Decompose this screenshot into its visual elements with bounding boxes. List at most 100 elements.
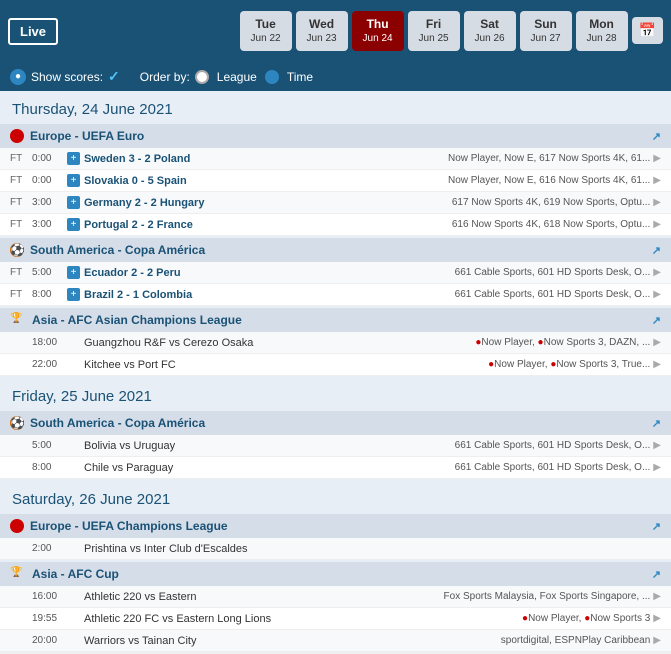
match-status: FT [10,267,32,278]
plus-icon[interactable]: + [67,218,80,231]
time-radio-label: Time [287,70,313,84]
match-status: FT [10,197,32,208]
match-name[interactable]: Kitchee vs Port FC [84,359,488,371]
ext-link-icon[interactable]: ↗ [652,520,661,533]
match-channels: Now Player, Now E, 617 Now Sports 4K, 61… [448,153,650,164]
day-tab-mon[interactable]: MonJun 28 [576,11,628,52]
match-time: 8:00 [32,462,67,473]
day-tab-wed[interactable]: WedJun 23 [296,11,348,52]
match-time: 22:00 [32,359,67,370]
match-status: FT [10,219,32,230]
top-bar: Live TueJun 22WedJun 23ThuJun 24FriJun 2… [0,0,671,62]
ext-link-icon[interactable]: ↗ [652,314,661,327]
league-name: Europe - UEFA Euro [30,129,144,143]
league-name: South America - Copa América [30,243,205,257]
day-tab-fri[interactable]: FriJun 25 [408,11,460,52]
league-header[interactable]: Europe - UEFA Champions League↗ [0,514,671,538]
league-section: Europe - UEFA Champions League↗ 2:00 Prish… [0,514,671,560]
plus-icon[interactable]: + [67,288,80,301]
league-radio-label: League [217,70,257,84]
match-name[interactable]: Athletic 220 vs Eastern [84,591,444,603]
match-channels: 661 Cable Sports, 601 HD Sports Desk, O.… [455,267,651,278]
league-name: Asia - AFC Cup [32,567,119,581]
order-by-filter: Order by: League Time [140,70,313,84]
match-name[interactable]: Guangzhou R&F vs Cerezo Osaka [84,337,475,349]
arrow-right-icon: ▶ [653,267,661,278]
day-tab-sat[interactable]: SatJun 26 [464,11,516,52]
channel-dot: ● [584,613,590,624]
arrow-right-icon: ▶ [653,591,661,602]
arrow-right-icon: ▶ [653,359,661,370]
ext-link-icon[interactable]: ↗ [652,417,661,430]
match-name[interactable]: Ecuador 2 - 2 Peru [84,267,455,279]
ext-link-icon[interactable]: ↗ [652,130,661,143]
match-time: 3:00 [32,219,67,230]
league-icon: 🏆 [10,567,26,581]
arrow-right-icon: ▶ [653,440,661,451]
day-tab-thu[interactable]: ThuJun 24 [352,11,404,52]
league-section: ⚽South America - Copa América↗FT5:00+Ecu… [0,238,671,306]
match-row: 5:00Bolivia vs Uruguay661 Cable Sports, … [0,435,671,457]
arrow-right-icon: ▶ [653,337,661,348]
match-channels: 661 Cable Sports, 601 HD Sports Desk, O.… [455,462,651,473]
match-channels: 661 Cable Sports, 601 HD Sports Desk, O.… [455,289,651,300]
match-name[interactable]: Germany 2 - 2 Hungary [84,197,452,209]
league-icon [10,129,24,143]
match-name[interactable]: Portugal 2 - 2 France [84,219,452,231]
arrow-right-icon: ▶ [653,613,661,624]
match-row: FT8:00+Brazil 2 - 1 Colombia661 Cable Sp… [0,284,671,306]
match-time: 2:00 [32,543,67,554]
live-badge: Live [8,18,58,45]
league-icon: ⚽ [10,243,24,257]
match-name[interactable]: Slovakia 0 - 5 Spain [84,175,448,187]
match-channels: Now Player, Now E, 616 Now Sports 4K, 61… [448,175,650,186]
league-header[interactable]: ⚽South America - Copa América↗ [0,411,671,435]
match-time: 16:00 [32,591,67,602]
time-radio[interactable] [265,70,279,84]
match-name[interactable]: Bolivia vs Uruguay [84,440,455,452]
league-header[interactable]: Europe - UEFA Euro ↗ [0,124,671,148]
match-name[interactable]: Chile vs Paraguay [84,462,455,474]
league-icon: 🏆 [10,313,26,327]
match-name[interactable]: Brazil 2 - 1 Colombia [84,289,455,301]
match-name[interactable]: Sweden 3 - 2 Poland [84,153,448,165]
match-row: FT3:00+Portugal 2 - 2 France616 Now Spor… [0,214,671,236]
match-time: 0:00 [32,175,67,186]
check-mark: ✓ [108,68,120,85]
match-name[interactable]: Athletic 220 FC vs Eastern Long Lions [84,613,522,625]
match-row: 20:00Warriors vs Tainan Citysportdigital… [0,630,671,652]
plus-icon[interactable]: + [67,174,80,187]
league-header[interactable]: 🏆 Asia - AFC Cup ↗ [0,562,671,586]
match-name[interactable]: Warriors vs Tainan City [84,635,501,647]
league-header[interactable]: 🏆Asia - AFC Asian Champions League↗ [0,308,671,332]
plus-icon[interactable]: + [67,266,80,279]
plus-icon[interactable]: + [67,152,80,165]
match-row: FT0:00+Sweden 3 - 2 PolandNow Player, No… [0,148,671,170]
league-section: 🏆 Asia - AFC Cup ↗ 16:00 Athletic 220 vs Eas… [0,562,671,652]
match-row: FT3:00+Germany 2 - 2 Hungary617 Now Spor… [0,192,671,214]
ext-link-icon[interactable]: ↗ [652,568,661,581]
content: Thursday, 24 June 2021Europe - UEFA Euro… [0,91,671,652]
calendar-icon[interactable]: 📅 [632,17,663,44]
match-name[interactable]: Prishtina vs Inter Club d'Escaldes [84,543,661,555]
league-icon: ⚽ [10,416,24,430]
day-tab-sun[interactable]: SunJun 27 [520,11,572,52]
match-channels: ●Now Player, ●Now Sports 3, True... [488,359,650,370]
league-radio[interactable] [195,70,209,84]
show-scores-filter: ● Show scores: ✓ [10,68,120,85]
show-scores-label: Show scores: [31,70,103,84]
match-row: 16:00 Athletic 220 vs EasternFox Sports M… [0,586,671,608]
match-channels: sportdigital, ESPNPlay Caribbean [501,635,651,646]
ext-link-icon[interactable]: ↗ [652,244,661,257]
channel-dot: ● [550,359,556,370]
match-status: FT [10,289,32,300]
league-section: 🏆Asia - AFC Asian Champions League↗18:00… [0,308,671,376]
app-container: Live TueJun 22WedJun 23ThuJun 24FriJun 2… [0,0,671,652]
show-scores-icon: ● [10,69,26,85]
match-channels: Fox Sports Malaysia, Fox Sports Singapor… [444,591,651,602]
date-header-0: Thursday, 24 June 2021 [0,91,671,124]
day-tab-tue[interactable]: TueJun 22 [240,11,292,52]
league-header[interactable]: ⚽ South America - Copa América ↗ [0,238,671,262]
plus-icon[interactable]: + [67,196,80,209]
match-row: 19:55Athletic 220 FC vs Eastern Long Lio… [0,608,671,630]
